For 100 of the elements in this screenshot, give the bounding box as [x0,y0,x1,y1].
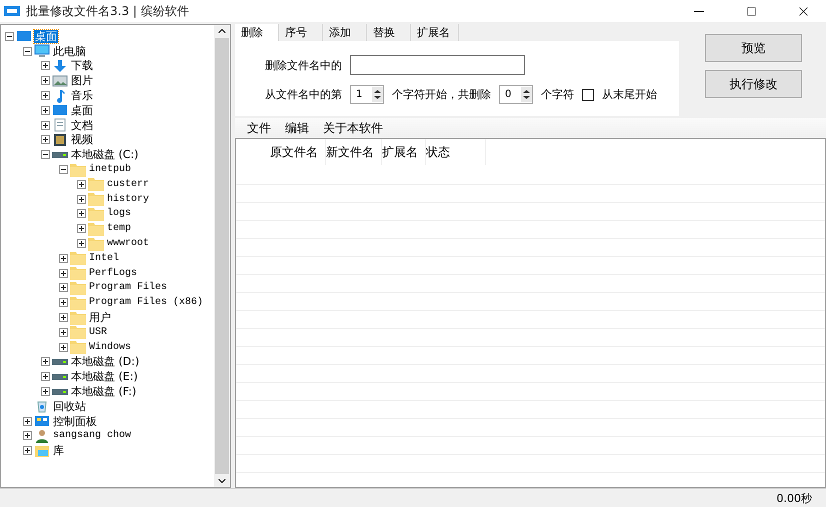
collapse-icon[interactable] [41,150,50,160]
tree-item[interactable]: 文档 [70,118,94,132]
expand-icon[interactable] [41,106,50,115]
expand-icon[interactable] [23,431,32,440]
field-label: 删除文件名中的 [265,58,342,72]
tree-item[interactable]: USR [88,326,108,339]
tree-item[interactable]: history [106,192,150,206]
expand-icon[interactable] [41,372,50,382]
expand-icon[interactable] [59,342,68,352]
column-header[interactable]: 原文件名 [270,139,326,165]
collapse-icon[interactable] [5,32,14,41]
action-button[interactable]: 执行修改 [705,70,802,98]
tree-item[interactable]: 回收站 [52,400,87,413]
folder-icon [70,325,86,340]
tree-item[interactable]: custerr [106,178,150,191]
expand-icon[interactable] [59,268,68,278]
menu-item[interactable]: 关于本软件 [323,120,383,136]
tree-item[interactable]: Program Files (x86) [88,296,204,310]
tree-item[interactable]: temp [106,222,132,236]
folder-icon [88,236,104,251]
library-icon [34,444,50,458]
tree-item[interactable]: 视频 [70,133,94,146]
expand-icon[interactable] [23,416,32,426]
tree-item[interactable]: 桌面 [34,30,58,43]
drive-icon [52,388,68,395]
expand-icon[interactable] [77,239,86,248]
minimize-icon [694,10,704,12]
checkbox-label: 从末尾开始 [602,87,657,102]
tree-item[interactable]: 图片 [70,74,94,88]
expand-icon[interactable] [23,446,32,456]
folder-icon [70,162,86,177]
expand-icon[interactable] [59,283,68,292]
tree-item[interactable]: logs [106,207,132,220]
drive-icon [52,374,68,380]
tree-item[interactable]: Windows [88,340,132,354]
expand-icon[interactable] [77,224,86,234]
folder-icon [70,251,86,266]
expand-icon[interactable] [41,357,50,366]
scrollbar[interactable] [214,25,230,487]
tree-item[interactable]: PerfLogs [88,266,138,280]
folder-icon [70,310,86,325]
tree-item[interactable]: sangsang chow [52,429,132,442]
expand-icon[interactable] [59,298,68,308]
tree-item[interactable]: 本地磁盘 (D:) [70,355,140,368]
expand-icon[interactable] [41,135,50,144]
number-spinner[interactable]: 0 [499,85,533,104]
expand-icon[interactable] [77,180,86,189]
elapsed-time: 0.00秒 [776,490,812,506]
expand-icon[interactable] [77,209,86,218]
tree-item[interactable]: wwwroot [106,237,150,250]
tree-item[interactable]: 控制面板 [52,414,98,428]
download-arrow-icon [52,58,68,73]
tree-item[interactable]: Program Files [88,281,168,294]
tree-item[interactable]: 库 [52,444,65,458]
expand-icon[interactable] [59,254,68,263]
document-icon [52,118,68,132]
expand-icon[interactable] [77,194,86,204]
folder-icon [70,266,86,280]
drive-icon [52,152,68,158]
maximize-icon [746,6,756,16]
folder-icon [70,340,86,354]
tree-item[interactable]: 下载 [70,59,94,72]
expand-icon[interactable] [59,313,68,322]
person-icon [34,428,50,443]
folder-icon [88,222,104,236]
tree-item[interactable]: 此电脑 [52,44,87,58]
expand-icon[interactable] [41,387,50,396]
control-panel-icon [34,414,50,428]
tree-item[interactable]: 音乐 [70,89,94,102]
folder-icon [70,296,86,310]
tree-item[interactable]: 本地磁盘 (C:) [70,148,140,162]
text-field[interactable] [350,55,525,75]
menu-item[interactable]: 文件 [247,120,271,136]
checkbox[interactable] [582,88,594,100]
number-spinner[interactable]: 1 [350,85,384,104]
tree-item[interactable]: 本地磁盘 (E:) [70,370,139,384]
collapse-icon[interactable] [23,46,32,56]
menu-item[interactable]: 编辑 [285,120,309,136]
expand-icon[interactable] [41,120,50,130]
field-label: 个字符开始，共删除 [392,87,491,102]
column-header[interactable]: 扩展名 [382,139,426,165]
tab[interactable]: 删除 [235,24,279,41]
column-header[interactable]: 状态 [426,139,486,165]
column-header[interactable]: 新文件名 [326,139,382,165]
expand-icon[interactable] [41,91,50,100]
collapse-icon[interactable] [59,165,68,174]
field-label: 个字符 [541,87,574,102]
computer-icon [34,44,50,58]
action-button[interactable]: 预览 [705,34,802,62]
tree-item[interactable]: 本地磁盘 (F:) [70,385,138,398]
tree-item[interactable]: 桌面 [70,104,94,117]
expand-icon[interactable] [59,328,68,337]
window-title: 批量修改文件名3.3 | 缤纷软件 [26,2,190,20]
folder-icon [88,206,104,221]
expand-icon[interactable] [41,76,50,86]
tree-item[interactable]: inetpub [88,163,132,176]
tree-item[interactable]: Intel [88,252,120,265]
folder-icon [70,280,86,295]
expand-icon[interactable] [41,61,50,70]
tree-item[interactable]: 用户 [88,311,112,324]
